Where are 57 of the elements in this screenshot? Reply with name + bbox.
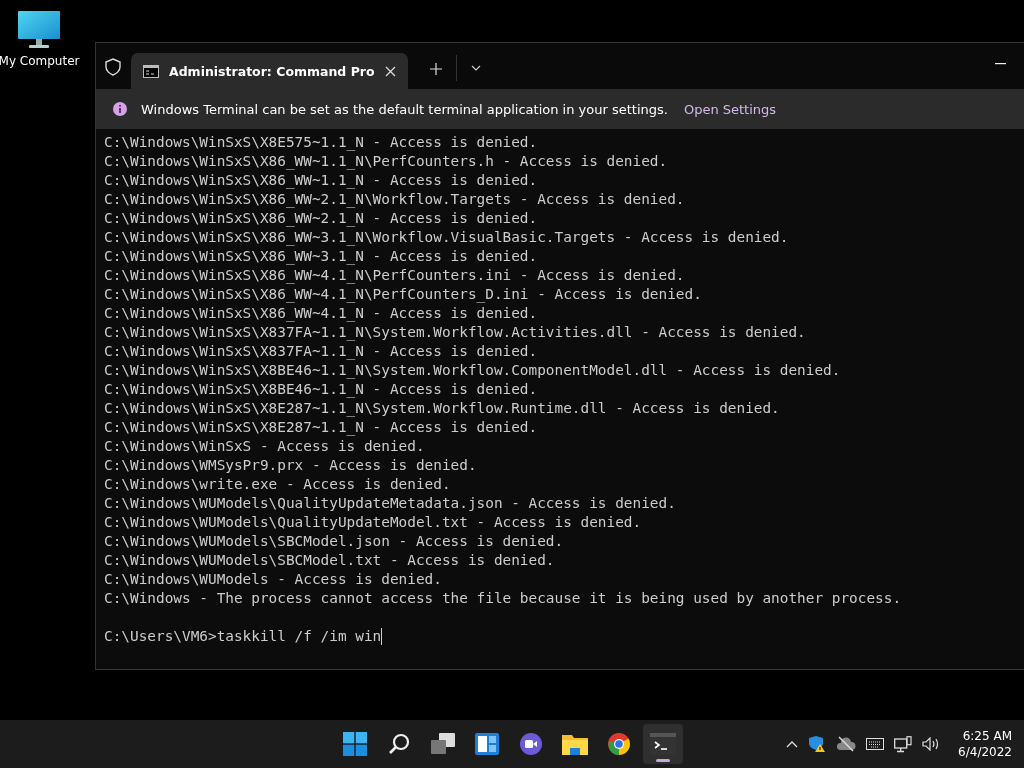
terminal-line: C:\Windows\WinSxS\X837FA~1.1_N\System.Workflow.Activities.dll - Access is denied. (104, 323, 807, 342)
widgets-icon (475, 733, 499, 755)
clock-date: 6/4/2022 (958, 744, 1012, 760)
chevron-up-icon[interactable] (786, 740, 799, 748)
windows-logo-icon (343, 732, 367, 756)
terminal-line: C:\Windows - The process cannot access the file because it is being used by another process. (104, 589, 903, 608)
clock-time: 6:25 AM (962, 728, 1012, 744)
terminal-line: C:\Windows\WinSxS\X86_WW~2.1_N - Access is denied. (104, 209, 539, 228)
terminal-line: C:\Windows\WinSxS\X86_WW~4.1_N - Access is denied. (104, 304, 539, 323)
terminal-line: C:\Windows\WinSxS\X837FA~1.1_N - Access is denied. (104, 342, 539, 361)
cloud-offline-icon[interactable] (836, 736, 857, 752)
text-cursor (381, 628, 383, 645)
terminal-line: C:\Windows\WUModels - Access is denied. (104, 570, 443, 589)
terminal-line: C:\Windows\WUModels\SBCModel.txt - Access is denied. (104, 551, 556, 570)
volume-icon[interactable] (922, 737, 941, 751)
search-icon (388, 733, 410, 755)
terminal-line: C:\Windows\WUModels\SBCModel.json - Access is denied. (104, 532, 565, 551)
terminal-line: C:\Windows\WinSxS\X86_WW~4.1_N\PerfCounters.ini - Access is denied. (104, 266, 686, 285)
plus-icon[interactable] (429, 63, 442, 75)
taskbar-button[interactable] (643, 724, 683, 764)
keyboard-icon[interactable] (866, 738, 885, 750)
desktop-icon-label[interactable]: My Computer (0, 54, 80, 68)
video-chat-icon (519, 732, 543, 756)
terminal-line: C:\Windows\WinSxS\X86_WW~1.1_N\PerfCounters.h - Access is denied. (104, 152, 669, 171)
task-view-icon (431, 733, 455, 755)
tab-title: Administrator: Command Pro (169, 63, 375, 79)
terminal-line: C:\Windows\WMSysPr9.prx - Access is denied. (104, 456, 478, 475)
terminal-line: C:\Windows\write.exe - Access is denied. (104, 475, 452, 494)
command-prompt-icon (143, 64, 159, 78)
terminal-line: C:\Windows\WUModels\QualityUpdateModel.txt - Access is denied. (104, 513, 643, 532)
terminal-line: C:\Windows\WinSxS\X8E287~1.1_N - Access is denied. (104, 418, 539, 437)
close-icon[interactable] (384, 65, 396, 77)
terminal-line: C:\Windows\WinSxS\X8E287~1.1_N\System.Workflow.Runtime.dll - Access is denied. (104, 399, 781, 418)
shield-icon (105, 58, 121, 76)
terminal-line: C:\Windows\WinSxS\X86_WW~4.1_N\PerfCounters_D.ini - Access is denied. (104, 285, 703, 304)
folder-icon (562, 733, 588, 755)
chevron-down-icon[interactable] (470, 65, 481, 71)
terminal-line: C:\Windows\WinSxS\X8BE46~1.1_N\System.Workflow.ComponentModel.dll - Access is denied. (104, 361, 842, 380)
info-message: Windows Terminal can be set as the default terminal application in your settings. (141, 101, 668, 117)
terminal-line: C:\Windows\WinSxS\X86_WW~1.1_N - Access is denied. (104, 171, 539, 190)
terminal-line: C:\Windows\WUModels\QualityUpdateMetadata.json - Access is denied. (104, 494, 677, 513)
network-icon[interactable] (894, 735, 913, 753)
terminal-line: C:\Windows\WinSxS\X86_WW~3.1_N - Access is denied. (104, 247, 539, 266)
clock[interactable]: 6:25 AM 6/4/2022 (958, 728, 1012, 760)
command-prompt[interactable]: C:\Users\VM6>taskkill /f /im win (104, 627, 382, 646)
chrome-icon (607, 732, 631, 756)
open-settings-link[interactable]: Open Settings (683, 101, 777, 117)
monitor-icon[interactable] (17, 10, 61, 50)
shield-warning-icon[interactable] (808, 735, 827, 753)
terminal-line: C:\Windows\WinSxS\X86_WW~2.1_N\Workflow.Targets - Access is denied. (104, 190, 686, 209)
terminal-line: C:\Windows\WinSxS - Access is denied. (104, 437, 426, 456)
tab[interactable]: Administrator: Command Pro (131, 53, 408, 89)
terminal-line: C:\Windows\WinSxS\X8E575~1.1_N - Access is denied. (104, 133, 539, 152)
terminal-line: C:\Windows\WinSxS\X86_WW~3.1_N\Workflow.VisualBasic.Targets - Access is denied. (104, 228, 790, 247)
terminal-line: C:\Windows\WinSxS\X8BE46~1.1_N - Access is denied. (104, 380, 539, 399)
minimize-icon[interactable] (995, 63, 1006, 65)
info-icon (113, 102, 127, 116)
